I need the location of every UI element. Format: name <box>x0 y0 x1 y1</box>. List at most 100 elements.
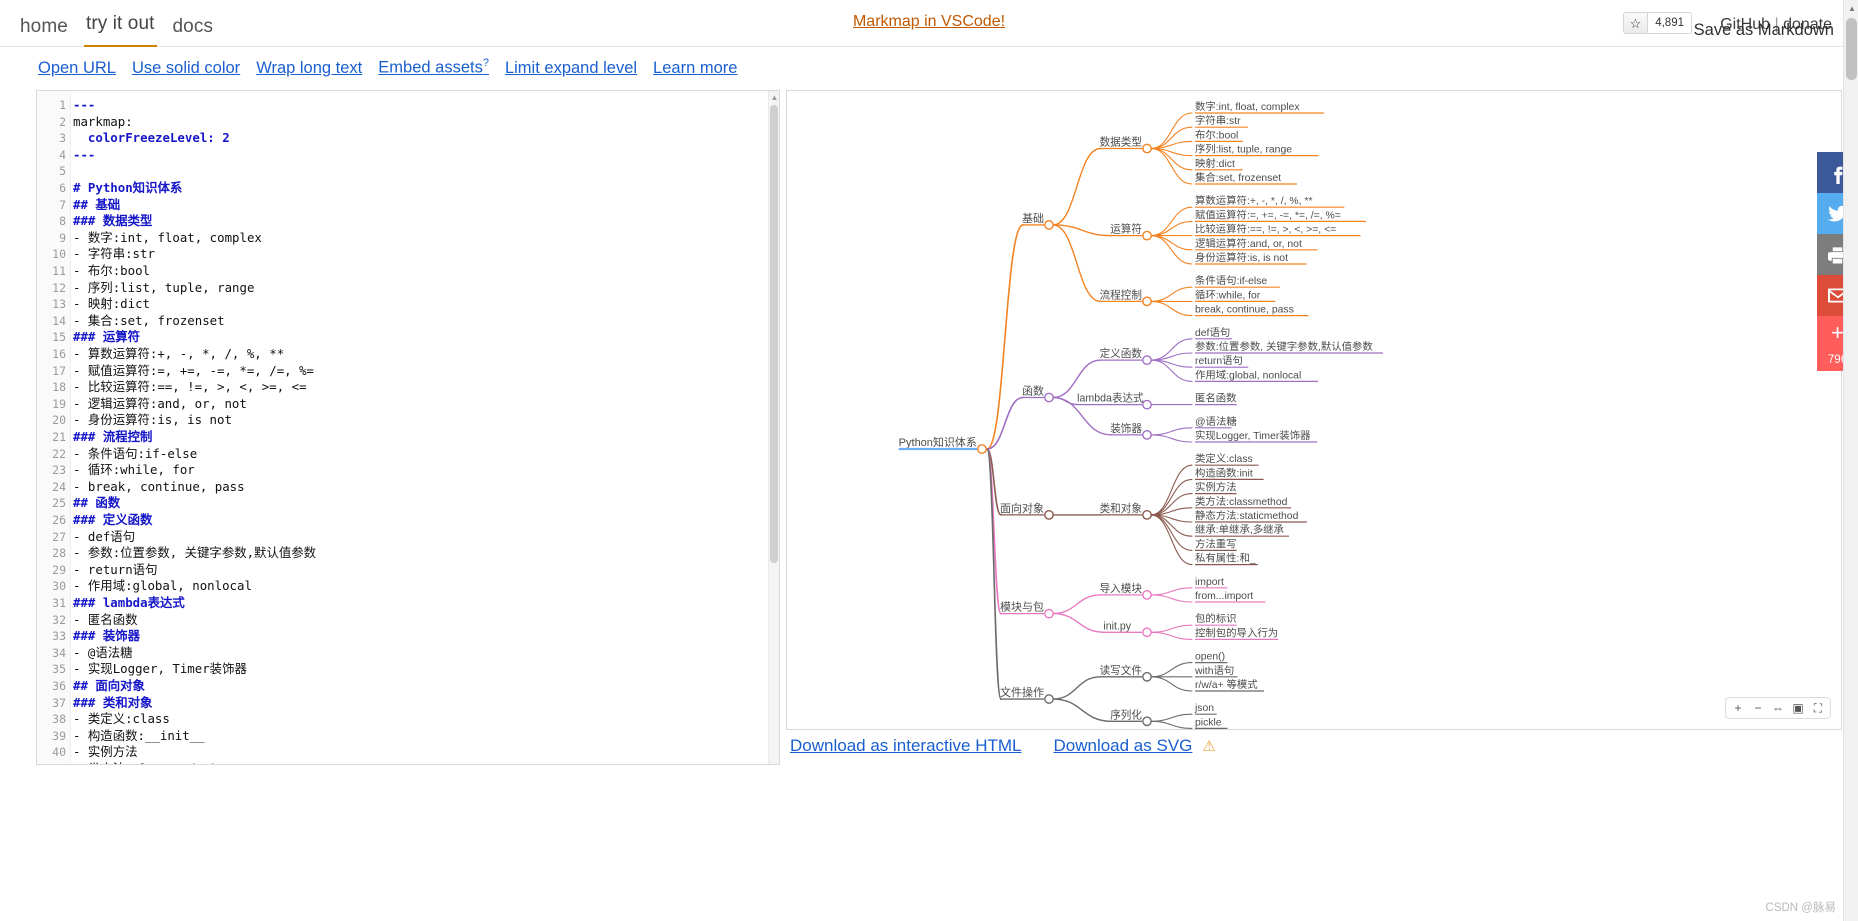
markmap-node-label[interactable]: 循环:while, for <box>1195 288 1261 301</box>
markmap-node-label[interactable]: 继承:单继承,多继承 <box>1195 523 1285 536</box>
markmap-node-label[interactable]: 面向对象 <box>1000 501 1044 515</box>
code-line[interactable]: - break, continue, pass <box>73 479 245 496</box>
markmap-node-label[interactable]: from...import <box>1195 591 1253 602</box>
code-line[interactable]: - 集合:set, frozenset <box>73 313 225 330</box>
markmap-node-handle[interactable] <box>1044 694 1054 704</box>
markmap-toolbar[interactable]: + − ⇔ ▣ ⛶ <box>1725 697 1831 719</box>
zoom-out-icon[interactable]: − <box>1748 698 1768 718</box>
markmap-node-label[interactable]: 参数:位置参数, 关键字参数,默认值参数 <box>1195 340 1373 353</box>
code-line[interactable]: - 类定义:class <box>73 711 170 728</box>
markmap-node-handle[interactable] <box>1142 509 1152 520</box>
code-line[interactable]: - def语句 <box>73 529 135 546</box>
zoom-in-icon[interactable]: + <box>1728 698 1748 718</box>
code-line[interactable]: - 字符串:str <box>73 246 155 263</box>
markmap-node-handle[interactable] <box>1142 627 1152 638</box>
scroll-up-arrow[interactable]: ▲ <box>770 93 779 103</box>
editor-code-area[interactable]: --- markmap: colorFreezeLevel: 2 --- # Pyth… <box>73 91 767 764</box>
markmap-node-label[interactable]: def语句 <box>1195 326 1230 339</box>
markmap-node-label[interactable]: lambda表达式 <box>1077 392 1144 405</box>
markmap-node-label[interactable]: 定义函数 <box>1100 347 1143 360</box>
learn-more-link[interactable]: Learn more <box>653 59 737 78</box>
markmap-node-label[interactable]: 逻辑运算符:and, or, not <box>1195 237 1302 250</box>
code-line[interactable]: ## 函数 <box>73 495 120 512</box>
markmap-node-label[interactable]: open() <box>1195 652 1225 663</box>
editor-scrollbar[interactable]: ▲ <box>768 91 779 764</box>
markmap-node-label[interactable]: 赋值运算符:=, +=, -=, *=, /=, %= <box>1195 208 1341 221</box>
download-interactive-html-link[interactable]: Download as interactive HTML <box>790 736 1021 756</box>
markmap-node-handle[interactable] <box>1044 220 1054 230</box>
code-line[interactable]: - 逻辑运算符:and, or, not <box>73 396 247 413</box>
markmap-node-label[interactable]: 布尔:bool <box>1195 128 1238 141</box>
code-line[interactable]: - 算数运算符:+, -, *, /, %, ** <box>73 346 284 363</box>
code-line[interactable]: - 类方法:classmethod <box>73 761 215 764</box>
code-line[interactable]: - 实例方法 <box>73 744 137 761</box>
markmap-node-label[interactable]: 类定义:class <box>1195 452 1253 465</box>
nav-item-docs[interactable]: docs <box>171 14 216 48</box>
limit-expand-level-link[interactable]: Limit expand level <box>505 59 637 78</box>
markmap-node-label[interactable]: 控制包的导入行为 <box>1195 626 1278 639</box>
markmap-node-label[interactable]: 模块与包 <box>1000 601 1044 614</box>
code-line[interactable]: - 作用域:global, nonlocal <box>73 578 252 595</box>
markmap-node-label[interactable]: 序列化 <box>1110 708 1142 721</box>
nav-item-try-it-out[interactable]: try it out <box>83 11 157 48</box>
markmap-node-handle[interactable] <box>1142 671 1152 682</box>
code-line[interactable]: - 映射:dict <box>73 296 150 313</box>
markmap-svg[interactable]: 数字:int, float, complex字符串:str布尔:bool 序列:l… <box>787 91 1841 729</box>
code-line[interactable]: - 赋值运算符:=, +=, -=, *=, /=, %= <box>73 363 314 380</box>
code-line[interactable]: - 数字:int, float, complex <box>73 230 262 247</box>
markmap-node-label[interactable]: 构造函数:init <box>1195 466 1253 479</box>
editor-scroll-thumb[interactable] <box>770 105 778 563</box>
markmap-node-label[interactable]: 流程控制 <box>1100 288 1142 301</box>
wrap-long-text-link[interactable]: Wrap long text <box>256 59 362 78</box>
markmap-node-handle[interactable] <box>1142 355 1152 365</box>
markmap-node-label[interactable]: 函数 <box>1022 385 1044 398</box>
fit-icon[interactable]: ⇔ <box>1768 698 1788 718</box>
markmap-node-label[interactable]: 实例方法 <box>1195 481 1237 494</box>
code-line[interactable]: - 身份运算符:is, is not <box>73 412 232 429</box>
code-line[interactable]: ### lambda表达式 <box>73 595 185 612</box>
code-line[interactable]: ### 类和对象 <box>73 695 152 712</box>
embed-assets-link[interactable]: Embed assets? <box>378 57 489 78</box>
markmap-node-label[interactable]: pickle <box>1195 717 1222 728</box>
markmap-node-label[interactable]: r/w/a+ 等模式 <box>1195 678 1258 691</box>
markmap-node-label[interactable]: 身份运算符:is, is not <box>1195 251 1288 264</box>
code-line[interactable]: - 比较运算符:==, !=, >, <, >=, <= <box>73 379 307 396</box>
code-line[interactable]: --- <box>73 147 95 164</box>
open-url-link[interactable]: Open URL <box>38 59 116 78</box>
markmap-node-label[interactable]: 算数运算符:+, -, *, /, %, ** <box>1195 194 1313 207</box>
markmap-vscode-link[interactable]: Markmap in VSCode! <box>853 13 1005 31</box>
markmap-node-label[interactable]: 运算符 <box>1110 223 1142 236</box>
github-star-button[interactable]: ☆ 4,891 <box>1622 12 1692 34</box>
markmap-node-handle[interactable] <box>1044 509 1054 520</box>
code-line[interactable]: colorFreezeLevel: 2 <box>73 130 230 147</box>
code-line[interactable]: ## 基础 <box>73 197 120 214</box>
markmap-node-label[interactable]: 条件语句:if-else <box>1195 274 1267 287</box>
markmap-node-handle[interactable] <box>1142 399 1152 410</box>
markmap-node-label[interactable]: 导入模块 <box>1100 583 1143 595</box>
save-as-markdown-label[interactable]: Save as Markdown <box>1694 21 1834 40</box>
markmap-root-label[interactable]: Python知识体系 <box>899 435 977 449</box>
markmap-node-label[interactable]: with语句 <box>1194 664 1234 677</box>
code-line[interactable]: --- <box>73 97 95 114</box>
code-line[interactable]: ## 面向对象 <box>73 678 145 695</box>
markmap-node-label[interactable]: return语句 <box>1195 354 1243 367</box>
code-line[interactable]: ### 定义函数 <box>73 512 152 529</box>
markmap-node-label[interactable]: 类方法:classmethod <box>1195 495 1288 508</box>
code-line[interactable]: - 布尔:bool <box>73 263 150 280</box>
markmap-node-handle[interactable] <box>1142 230 1152 241</box>
markmap-node-label[interactable]: import <box>1195 577 1224 588</box>
recurse-icon[interactable]: ▣ <box>1788 698 1808 718</box>
markdown-editor[interactable]: 1 2 3 4 5 6 7 8 9 10 11 12 13 14 15 16 17 18 19 20 21 22 23 24 2… <box>36 90 780 765</box>
code-line[interactable]: - 序列:list, tuple, range <box>73 280 254 297</box>
markmap-node-handle[interactable] <box>977 444 987 454</box>
markmap-node-label[interactable]: break, continue, pass <box>1195 305 1294 316</box>
markmap-node-label[interactable]: 匿名函数 <box>1195 392 1237 405</box>
markmap-node-label[interactable]: 作用域:global, nonlocal <box>1195 368 1301 381</box>
markmap-node-handle[interactable] <box>1142 716 1152 727</box>
code-line[interactable]: markmap: <box>73 114 133 131</box>
code-line[interactable]: ### 装饰器 <box>73 628 140 645</box>
page-scroll-up-arrow[interactable]: ▲ <box>1847 4 1857 13</box>
markmap-node-label[interactable]: 字符串:str <box>1195 114 1241 127</box>
code-line[interactable]: - @语法糖 <box>73 645 133 662</box>
markmap-node-label[interactable]: 数字:int, float, complex <box>1195 100 1300 113</box>
